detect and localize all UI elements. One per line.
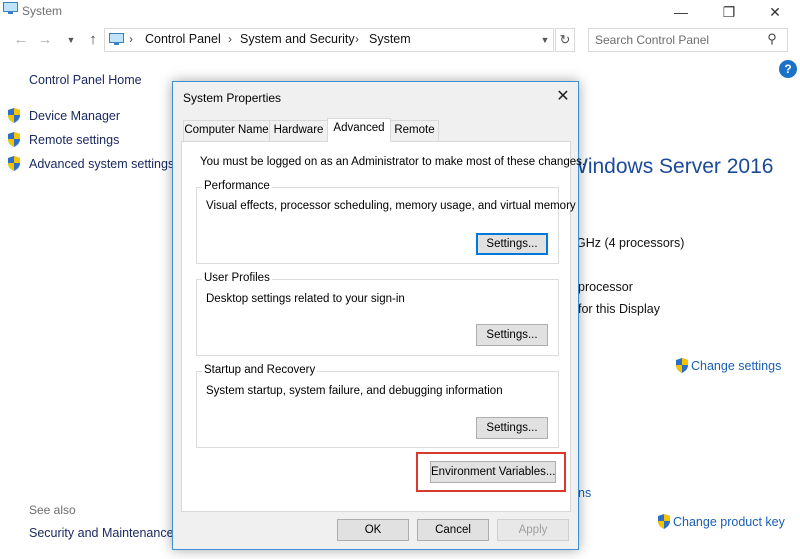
chevron-right-icon[interactable]: › (355, 32, 359, 46)
tab-advanced[interactable]: Advanced (327, 118, 391, 142)
startup-recovery-description: System startup, system failure, and debu… (206, 385, 503, 397)
search-icon[interactable]: ⚲ (764, 31, 780, 47)
user-profiles-label: User Profiles (202, 272, 272, 284)
address-bar[interactable]: › Control Panel › System and Security › … (104, 28, 554, 52)
processor-info: GHz (4 processors) (576, 236, 685, 250)
see-also-heading: See also (29, 503, 76, 517)
chevron-right-icon[interactable]: › (228, 32, 232, 46)
system-type: processor (578, 280, 633, 294)
left-pane-item-device-manager[interactable]: Device Manager (29, 109, 120, 123)
performance-settings-button[interactable]: Settings... (476, 233, 548, 255)
pen-touch-info: for this Display (578, 302, 660, 316)
dialog-title: System Properties (183, 91, 282, 105)
shield-icon (676, 358, 688, 373)
tab-hardware[interactable]: Hardware (269, 120, 328, 141)
windows-edition: Windows Server 2016 (568, 155, 774, 178)
help-icon[interactable]: ? (779, 60, 797, 78)
left-pane-item-remote-settings[interactable]: Remote settings (29, 133, 119, 147)
tab-remote[interactable]: Remote (390, 120, 439, 141)
control-panel-home-link[interactable]: Control Panel Home (29, 73, 142, 87)
shield-icon (8, 108, 20, 123)
back-arrow-icon[interactable]: ← (10, 29, 32, 51)
startup-recovery-settings-button[interactable]: Settings... (476, 417, 548, 439)
user-profiles-description: Desktop settings related to your sign-in (206, 293, 405, 305)
performance-label: Performance (202, 180, 272, 192)
ok-button[interactable]: OK (337, 519, 409, 541)
system-properties-dialog: System Properties ✕ Computer Name Hardwa… (172, 81, 585, 550)
admin-message: You must be logged on as an Administrato… (200, 156, 586, 168)
up-arrow-icon[interactable]: ↑ (82, 29, 104, 51)
startup-recovery-label: Startup and Recovery (202, 364, 318, 376)
change-settings-link[interactable]: Change settings (691, 359, 781, 373)
left-pane-item-advanced-system-settings[interactable]: Advanced system settings (29, 157, 174, 171)
close-icon[interactable]: ✕ (551, 86, 575, 108)
maximize-icon[interactable]: ❐ (712, 0, 746, 24)
control-panel-icon (109, 33, 124, 45)
breadcrumb-system[interactable]: System (369, 32, 411, 46)
system-app-icon (3, 2, 18, 14)
apply-button[interactable]: Apply (497, 519, 569, 541)
close-icon[interactable]: ✕ (758, 0, 792, 24)
cancel-button[interactable]: Cancel (417, 519, 489, 541)
activation-link[interactable]: ns (578, 486, 591, 500)
shield-icon (8, 132, 20, 147)
window-title: System (22, 4, 63, 18)
search-input[interactable]: Search Control Panel (588, 28, 788, 52)
forward-arrow-icon[interactable]: → (34, 29, 56, 51)
environment-variables-button[interactable]: Environment Variables... (430, 461, 556, 483)
shield-icon (8, 156, 20, 171)
recent-locations-icon[interactable]: ▼ (60, 29, 82, 51)
advanced-tab-panel: You must be logged on as an Administrato… (181, 141, 585, 512)
user-profiles-settings-button[interactable]: Settings... (476, 324, 548, 346)
change-product-key-link[interactable]: Change product key (673, 515, 785, 529)
performance-description: Visual effects, processor scheduling, me… (206, 200, 576, 212)
see-also-security-and-maintenance[interactable]: Security and Maintenance (29, 526, 174, 540)
minimize-icon[interactable]: — (664, 0, 698, 24)
shield-icon (658, 514, 670, 529)
chevron-right-icon[interactable]: › (129, 32, 133, 46)
refresh-icon[interactable]: ↻ (555, 28, 575, 52)
breadcrumb-system-and-security[interactable]: System and Security (240, 32, 355, 46)
address-dropdown-icon[interactable]: ▼ (536, 28, 554, 52)
tab-computer-name[interactable]: Computer Name (183, 120, 270, 141)
breadcrumb-control-panel[interactable]: Control Panel (145, 32, 221, 46)
